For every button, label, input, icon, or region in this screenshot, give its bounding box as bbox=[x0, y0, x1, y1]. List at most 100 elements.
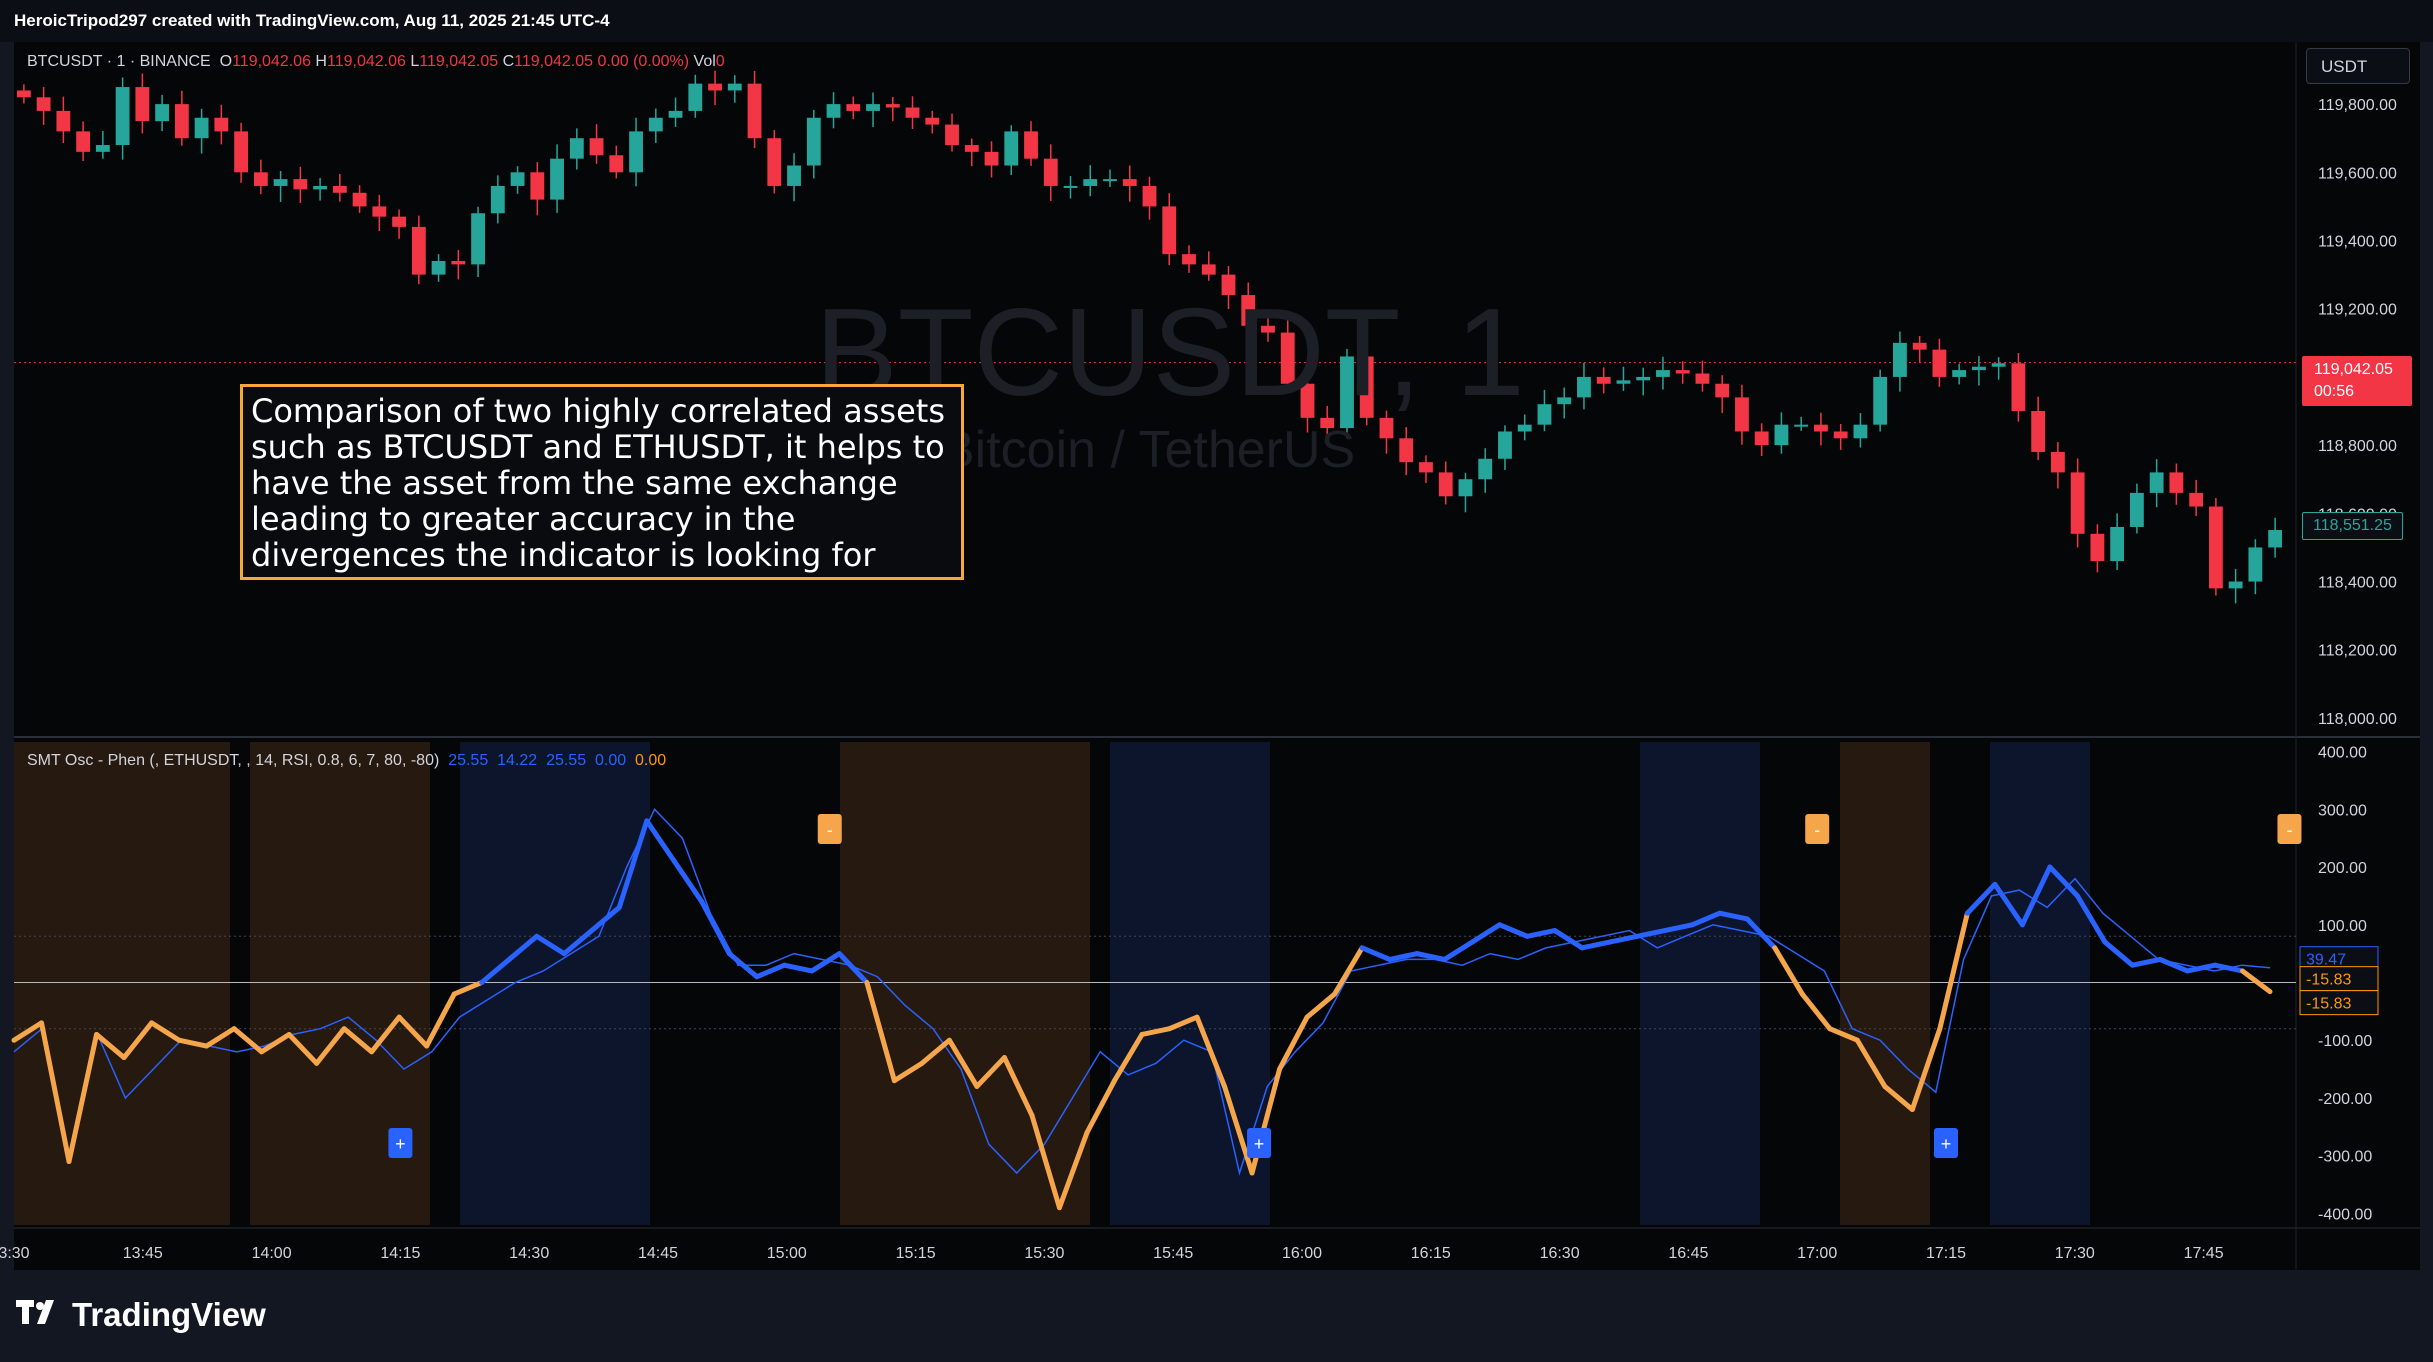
candle-body bbox=[2110, 526, 2125, 562]
candle-body bbox=[787, 165, 801, 186]
candle-body bbox=[352, 192, 367, 207]
oscillator-main-line bbox=[2239, 968, 2273, 995]
candle-body bbox=[76, 131, 91, 152]
symbol-name[interactable]: BTCUSDT · 1 · BINANCE bbox=[27, 53, 211, 70]
candle-body bbox=[234, 131, 249, 173]
candle-body bbox=[747, 83, 762, 139]
candle-body bbox=[2070, 472, 2085, 534]
signal-zone-band bbox=[14, 742, 230, 1225]
time-axis-label: 15:45 bbox=[1153, 1245, 1193, 1262]
time-axis-label: 17:45 bbox=[2184, 1245, 2224, 1262]
currency-button[interactable]: USDT bbox=[2306, 48, 2410, 84]
candle-body bbox=[806, 117, 821, 166]
oscillator-axis-label: -100.00 bbox=[2318, 1033, 2372, 1050]
candle-body bbox=[411, 226, 426, 275]
candle-body bbox=[194, 117, 209, 139]
candle-body bbox=[155, 104, 170, 122]
candle-body bbox=[1833, 431, 1848, 439]
candle-body bbox=[2268, 530, 2283, 548]
osc-orange-tag-1-text: -15.83 bbox=[2306, 972, 2351, 989]
candle-body bbox=[1043, 158, 1058, 186]
oscillator-main-line bbox=[1524, 928, 1558, 939]
oscillator-main-line bbox=[1387, 951, 1420, 962]
candle-body bbox=[866, 104, 880, 111]
oscillator-legend[interactable]: SMT Osc - Phen (, ETHUSDT, , 14, RSI, 0.… bbox=[27, 752, 666, 770]
candle-body bbox=[1616, 380, 1631, 384]
candle-body bbox=[1695, 373, 1710, 384]
oscillator-axis-label: -300.00 bbox=[2318, 1149, 2372, 1166]
price-axis-label: 118,200.00 bbox=[2318, 643, 2397, 660]
oscillator-main-line bbox=[644, 818, 677, 864]
candle-body bbox=[332, 185, 347, 193]
price-axis-label: 118,800.00 bbox=[2318, 438, 2397, 455]
osc-value-4: 0.00 bbox=[595, 752, 627, 769]
oscillator-main-line bbox=[424, 991, 457, 1049]
candle-body bbox=[569, 138, 584, 159]
candle-body bbox=[2129, 492, 2144, 527]
candle-body bbox=[1162, 206, 1177, 255]
oscillator-main-line bbox=[1799, 991, 1833, 1032]
candle-body bbox=[2149, 472, 2164, 493]
candle-body bbox=[1537, 404, 1552, 425]
signal-zone-band bbox=[840, 742, 1090, 1225]
price-axis-label: 119,800.00 bbox=[2318, 97, 2397, 114]
candle-body bbox=[945, 124, 959, 146]
candle-body bbox=[550, 158, 564, 200]
candle-body bbox=[1122, 179, 1137, 186]
symbol-legend[interactable]: BTCUSDT · 1 · BINANCE O119,042.06 H119,0… bbox=[27, 53, 725, 71]
oscillator-main-line bbox=[754, 962, 787, 980]
candle-body bbox=[964, 145, 979, 152]
oscillator-axis-label: -400.00 bbox=[2318, 1206, 2372, 1223]
candle-body bbox=[431, 260, 446, 275]
candle-body bbox=[1458, 479, 1473, 497]
time-axis-label: 16:15 bbox=[1411, 1245, 1451, 1262]
change-value: 0.00 (0.00%) bbox=[597, 53, 690, 70]
candle-body bbox=[2228, 581, 2243, 589]
candle-body bbox=[1774, 424, 1789, 446]
osc-orange-tag-2-text: -15.83 bbox=[2306, 996, 2351, 1013]
symbol-watermark-subtitle: Bitcoin / TetherUS bbox=[940, 421, 1356, 479]
candle-body bbox=[2189, 492, 2204, 507]
candle-body bbox=[885, 104, 900, 108]
chart-canvas[interactable]: 3:30 13:45 14:00 14:15 14:30 14:45 15:00 15:15 1… bbox=[0, 0, 2433, 1362]
close-value: 119,042.05 bbox=[514, 53, 594, 70]
moving-average-tag: 118,551.25 bbox=[2302, 512, 2403, 540]
candle-body bbox=[174, 104, 189, 139]
candle-body bbox=[214, 117, 229, 132]
buy-signal-label: + bbox=[1254, 1134, 1265, 1154]
candle-body bbox=[490, 185, 505, 214]
candle-body bbox=[629, 131, 643, 173]
candle-body bbox=[1577, 376, 1591, 398]
candle-body bbox=[1853, 424, 1868, 439]
buy-signal-label: + bbox=[1941, 1134, 1952, 1154]
osc-value-1: 25.55 bbox=[448, 752, 489, 769]
sell-signal-label: - bbox=[827, 820, 833, 840]
osc-value-5: 0.00 bbox=[635, 752, 667, 769]
candle-body bbox=[1675, 370, 1690, 374]
candle-body bbox=[2169, 472, 2184, 493]
candle-body bbox=[1794, 424, 1809, 427]
price-axis-label: 119,400.00 bbox=[2318, 234, 2397, 251]
candle-body bbox=[727, 83, 742, 91]
candle-body bbox=[1932, 349, 1947, 377]
tradingview-logo[interactable]: TradingView bbox=[16, 1296, 266, 1334]
candle-body bbox=[1991, 363, 2006, 367]
time-axis-label: 14:45 bbox=[638, 1245, 678, 1262]
signal-zone-band bbox=[1990, 742, 2090, 1225]
sell-signal-label: - bbox=[2286, 820, 2292, 840]
candle-body bbox=[767, 138, 782, 186]
candle-body bbox=[1063, 185, 1078, 188]
oscillator-name[interactable]: SMT Osc - Phen (, ETHUSDT, , 14, RSI, 0.… bbox=[27, 752, 439, 769]
oscillator-main-line bbox=[1332, 945, 1365, 997]
signal-zone-band bbox=[1840, 742, 1930, 1225]
price-axis-label: 118,400.00 bbox=[2318, 575, 2397, 592]
candle-body bbox=[56, 110, 71, 132]
volume-label: Vol bbox=[693, 53, 716, 70]
candle-body bbox=[253, 172, 268, 186]
time-axis-label: 17:00 bbox=[1797, 1245, 1837, 1262]
text-annotation[interactable]: Comparison of two highly correlated asse… bbox=[240, 384, 964, 580]
candle-body bbox=[1103, 179, 1117, 182]
candle-body bbox=[846, 104, 861, 111]
price-axis-label: 119,600.00 bbox=[2318, 165, 2397, 182]
sell-signal-label: - bbox=[1814, 820, 1820, 840]
